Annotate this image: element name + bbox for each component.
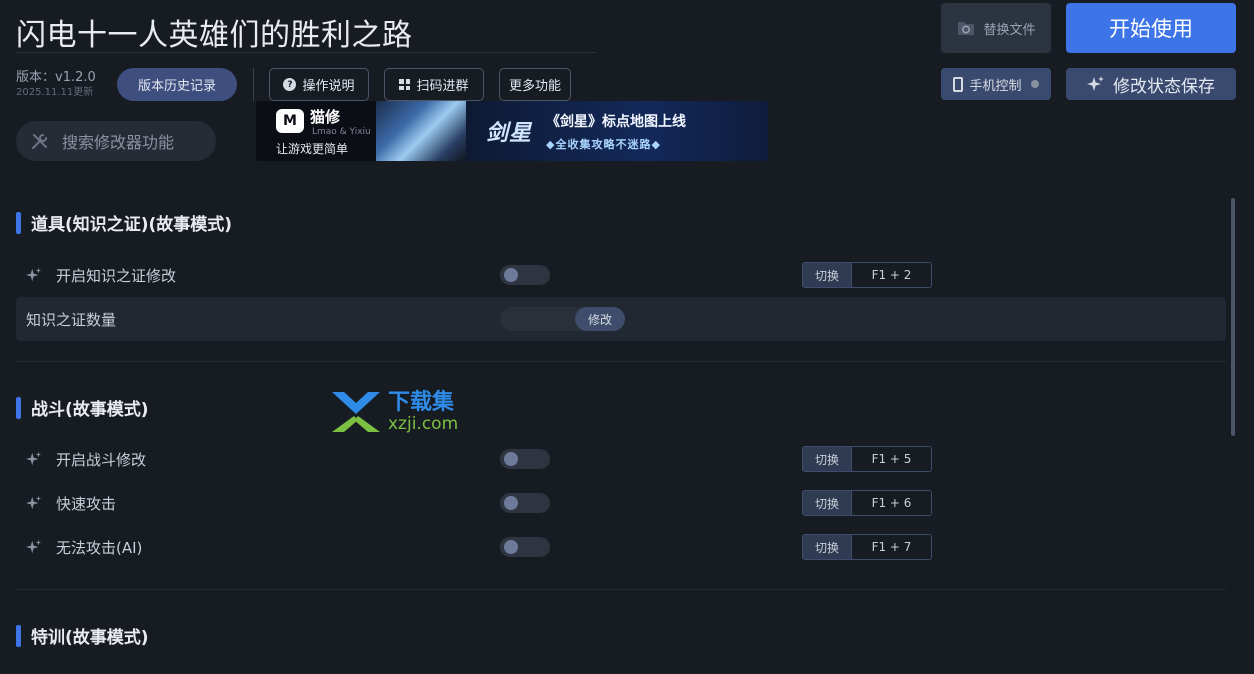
header-separator [253, 68, 254, 101]
help-button[interactable]: ? 操作说明 [269, 68, 369, 101]
phone-icon [953, 76, 964, 92]
title-underline [16, 52, 596, 53]
banner-subline: ◆全收集攻略不迷路◆ [546, 137, 661, 151]
wrench-icon [32, 134, 47, 149]
toggle-knob [504, 496, 518, 510]
cheat-label: 开启知识之证修改 [56, 266, 177, 285]
app-title: 闪电十一人英雄们的胜利之路 [16, 18, 413, 53]
help-button-label: 操作说明 [302, 79, 355, 94]
hotkey-key[interactable]: F1 + 2 [852, 263, 931, 287]
hotkey-mode[interactable]: 切换 [803, 263, 852, 287]
hotkey-control[interactable]: 切换 F1 + 6 [802, 490, 932, 516]
hotkey-mode[interactable]: 切换 [803, 447, 852, 471]
scrollbar[interactable] [1231, 198, 1235, 436]
quantity-input[interactable]: 修改 [500, 307, 625, 331]
scan-button-label: 扫码进群 [416, 79, 469, 94]
cheat-toggle[interactable] [500, 449, 550, 469]
hotkey-mode[interactable]: 切换 [803, 535, 852, 559]
version-label: 版本：v1.2.0 [16, 70, 96, 85]
section-title: 战斗(故事模式) [16, 395, 149, 420]
sparkle-icon [26, 267, 42, 282]
sparkle-icon [26, 539, 42, 554]
hotkey-key[interactable]: F1 + 7 [852, 535, 931, 559]
version-info: 版本：v1.2.0 2025.11.11更新 [16, 71, 96, 99]
banner-promo-area: 剑星 《剑星》标点地图上线 ◆全收集攻略不迷路◆ [466, 101, 768, 161]
toggle-knob [504, 268, 518, 282]
replace-file-label: 替换文件 [983, 22, 1036, 38]
cheat-label: 知识之证数量 [26, 310, 117, 329]
hotkey-control[interactable]: 切换 F1 + 2 [802, 262, 932, 288]
banner-artwork [376, 101, 466, 161]
section-title: 特训(故事模式) [16, 623, 149, 648]
banner-headline: 《剑星》标点地图上线 [546, 113, 687, 130]
cheat-list: 道具(知识之证)(故事模式) 开启知识之证修改 切换 F1 + 2 知识之证数量… [0, 190, 1254, 674]
sparkle-icon [26, 451, 42, 466]
status-dot-icon [1030, 80, 1039, 88]
hotkey-mode[interactable]: 切换 [803, 491, 852, 515]
promo-banner[interactable]: M 猫修 Lmao & Yixiu 让游戏更简单 剑星 《剑星》标点地图上线 ◆… [256, 101, 768, 161]
question-circle-icon: ? [283, 78, 297, 91]
toggle-knob [504, 540, 518, 554]
replace-file-button[interactable]: 替换文件 [941, 3, 1051, 53]
save-state-button[interactable]: 修改状态保存 [1066, 68, 1236, 100]
sparkle-icon [26, 495, 42, 510]
section-title: 道具(知识之证)(故事模式) [16, 210, 232, 235]
version-history-button[interactable]: 版本历史记录 [117, 68, 237, 101]
cheat-row: 知识之证数量 修改 [16, 297, 1226, 341]
phone-control-button[interactable]: 手机控制 [941, 68, 1051, 100]
cheat-row: 开启知识之证修改 切换 F1 + 2 [16, 253, 1226, 297]
cheat-row: 开启战斗修改 切换 F1 + 5 [16, 437, 1226, 481]
cheat-row: 无法攻击(AI) 切换 F1 + 7 [16, 525, 1226, 569]
brand-logo: M 猫修 Lmao & Yixiu 让游戏更简单 [256, 101, 376, 161]
hotkey-key[interactable]: F1 + 5 [852, 447, 931, 471]
watermark-name: 下载集 [388, 390, 455, 415]
brand-sub: Lmao & Yixiu [312, 126, 371, 137]
section-title-text: 战斗(故事模式) [31, 400, 149, 420]
section-title-text: 道具(知识之证)(故事模式) [31, 215, 233, 235]
section-marker [16, 211, 21, 234]
qr-code-icon [399, 79, 411, 90]
section-marker [16, 396, 21, 419]
cheat-toggle[interactable] [500, 493, 550, 513]
section-divider [16, 361, 1226, 362]
cheat-toggle[interactable] [500, 265, 550, 285]
brand-name: 猫修 [310, 107, 341, 126]
update-date: 2025.11.11更新 [16, 87, 94, 98]
hotkey-control[interactable]: 切换 F1 + 7 [802, 534, 932, 560]
watermark-logo-icon [332, 392, 380, 432]
section-title-text: 特训(故事模式) [31, 628, 149, 648]
toggle-knob [504, 452, 518, 466]
phone-control-label: 手机控制 [969, 78, 1022, 94]
brand-slogan: 让游戏更简单 [276, 141, 349, 156]
section-marker [16, 624, 21, 647]
search-input[interactable]: 搜索修改器功能 [62, 129, 174, 153]
site-watermark: 下载集 xzji.com [330, 390, 458, 434]
section-divider [16, 589, 1226, 590]
save-state-label: 修改状态保存 [1113, 76, 1215, 97]
brand-mark-icon: M [276, 109, 304, 133]
cheat-label: 开启战斗修改 [56, 450, 147, 469]
watermark-url: xzji.com [388, 414, 459, 434]
start-button[interactable]: 开始使用 [1066, 3, 1236, 53]
cheat-label: 快速攻击 [56, 494, 117, 513]
file-swap-icon [958, 22, 975, 35]
scan-qr-button[interactable]: 扫码进群 [384, 68, 484, 101]
sparkle-icon [1087, 76, 1104, 91]
hotkey-key[interactable]: F1 + 6 [852, 491, 931, 515]
more-features-button[interactable]: 更多功能 [499, 68, 571, 101]
modify-button[interactable]: 修改 [575, 307, 625, 331]
cheat-toggle[interactable] [500, 537, 550, 557]
cheat-label: 无法攻击(AI) [56, 538, 143, 557]
hotkey-control[interactable]: 切换 F1 + 5 [802, 446, 932, 472]
search-box[interactable]: 搜索修改器功能 [16, 121, 216, 161]
game-logo: 剑星 [486, 121, 533, 146]
cheat-row: 快速攻击 切换 F1 + 6 [16, 481, 1226, 525]
